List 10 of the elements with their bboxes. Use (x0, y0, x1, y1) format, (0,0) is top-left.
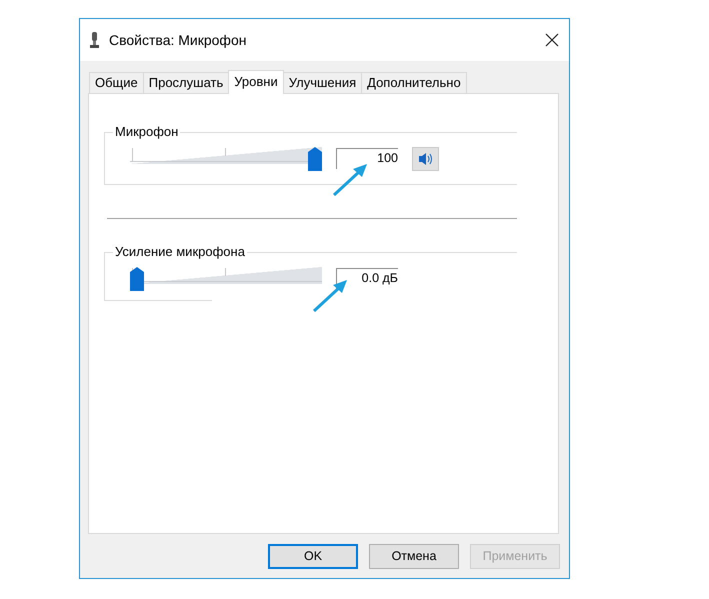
tab[interactable]: Улучшения (282, 72, 362, 93)
dialog-button[interactable]: Отмена (369, 544, 459, 569)
tab[interactable]: Общие (89, 72, 144, 93)
group-label: Микрофон (113, 124, 180, 140)
group-label: Усиление микрофона (113, 244, 247, 260)
window-title: Свойства: Микрофон (109, 30, 246, 50)
tab[interactable]: Прослушать (142, 72, 230, 93)
tab[interactable]: Уровни (228, 70, 284, 94)
tab[interactable]: Дополнительно (361, 72, 467, 93)
dialog-button[interactable]: OK (268, 544, 358, 569)
